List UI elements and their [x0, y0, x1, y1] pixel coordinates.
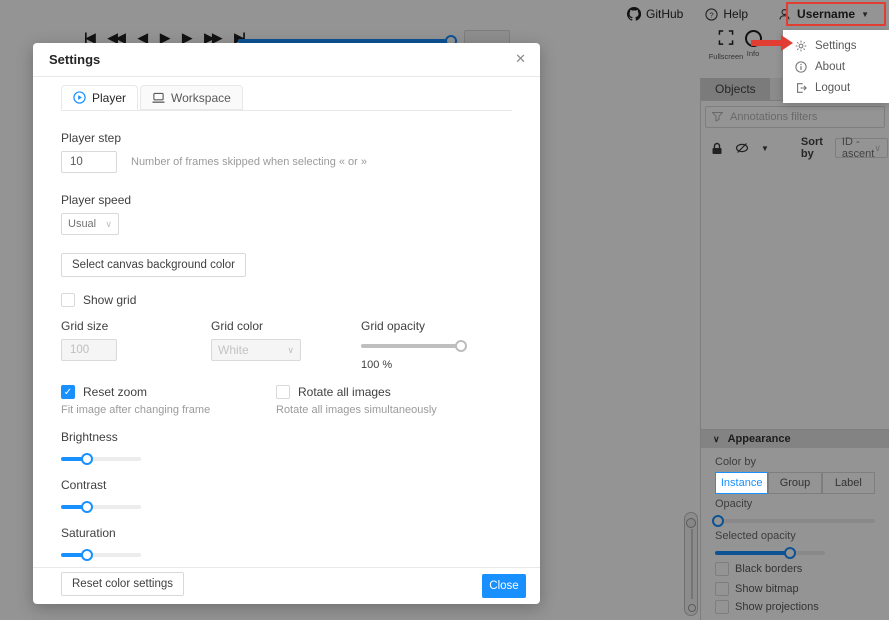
- player-step-hint: Number of frames skipped when selecting …: [131, 156, 367, 168]
- reset-zoom-checkbox[interactable]: ✓ Reset zoom: [61, 385, 276, 399]
- settings-modal-footer: Close: [33, 567, 540, 604]
- close-button[interactable]: Close: [482, 574, 526, 598]
- menu-item-about-label: About: [815, 61, 845, 73]
- player-step-label: Player step: [61, 131, 512, 145]
- chevron-down-icon: ∨: [105, 219, 112, 230]
- grid-color-select[interactable]: White ∨: [211, 339, 301, 361]
- player-speed-value: Usual: [68, 218, 96, 230]
- settings-modal-header: Settings ✕: [33, 43, 540, 77]
- grid-opacity-handle[interactable]: [455, 340, 467, 352]
- player-step-input[interactable]: [61, 151, 117, 173]
- tab-player[interactable]: Player: [61, 85, 138, 110]
- gear-icon: [795, 40, 807, 52]
- contrast-label: Contrast: [61, 478, 512, 492]
- contrast-slider[interactable]: [61, 500, 141, 512]
- saturation-handle[interactable]: [81, 549, 93, 561]
- reset-zoom-hint: Fit image after changing frame: [61, 404, 276, 416]
- rotate-all-images-checkbox-box: ✓: [276, 385, 290, 399]
- saturation-slider[interactable]: [61, 548, 141, 560]
- user-menu-dropdown: Settings About Logout: [783, 30, 889, 103]
- settings-tabs: Player Workspace: [61, 85, 512, 111]
- color-by-instance-option[interactable]: Instance: [715, 472, 768, 494]
- rotate-all-images-hint: Rotate all images simultaneously: [276, 404, 491, 416]
- menu-item-about[interactable]: About: [783, 56, 889, 77]
- laptop-icon: [152, 92, 165, 104]
- close-icon[interactable]: ✕: [515, 51, 526, 67]
- settings-modal: Settings ✕ Player Workspace Player step …: [33, 43, 540, 604]
- reset-zoom-checkbox-box: ✓: [61, 385, 75, 399]
- show-grid-label: Show grid: [83, 293, 136, 307]
- player-speed-select[interactable]: Usual ∨: [61, 213, 119, 235]
- menu-item-logout[interactable]: Logout: [783, 77, 889, 98]
- contrast-handle[interactable]: [81, 501, 93, 513]
- menu-item-settings-label: Settings: [815, 40, 857, 52]
- player-speed-label: Player speed: [61, 193, 512, 207]
- tab-player-label: Player: [92, 91, 126, 105]
- tab-workspace-label: Workspace: [171, 91, 231, 105]
- logout-icon: [795, 82, 807, 94]
- play-circle-icon: [73, 91, 86, 104]
- settings-modal-title: Settings: [49, 52, 100, 67]
- annotation-highlight-box: [786, 2, 886, 26]
- saturation-label: Saturation: [61, 526, 512, 540]
- brightness-slider[interactable]: [61, 452, 141, 464]
- chevron-down-icon: ∨: [287, 345, 294, 356]
- tab-workspace[interactable]: Workspace: [140, 85, 243, 110]
- grid-opacity-label: Grid opacity: [361, 319, 511, 333]
- show-grid-checkbox-box: ✓: [61, 293, 75, 307]
- settings-modal-body: Player Workspace Player step Number of f…: [33, 77, 540, 596]
- brightness-label: Brightness: [61, 430, 512, 444]
- brightness-handle[interactable]: [81, 453, 93, 465]
- menu-item-logout-label: Logout: [815, 82, 850, 94]
- grid-opacity-fill: [361, 344, 461, 348]
- menu-item-settings[interactable]: Settings: [783, 35, 889, 56]
- grid-opacity-value: 100 %: [361, 359, 511, 371]
- grid-color-label: Grid color: [211, 319, 361, 333]
- grid-color-value: White: [218, 343, 249, 357]
- info-circle-icon: [795, 61, 807, 73]
- rotate-all-images-label: Rotate all images: [298, 385, 391, 399]
- grid-size-input[interactable]: [61, 339, 117, 361]
- show-grid-checkbox[interactable]: ✓ Show grid: [61, 293, 512, 307]
- reset-zoom-label: Reset zoom: [83, 385, 147, 399]
- rotate-all-images-checkbox[interactable]: ✓ Rotate all images: [276, 385, 491, 399]
- grid-opacity-slider[interactable]: [361, 339, 461, 351]
- select-canvas-background-color-button[interactable]: Select canvas background color: [61, 253, 246, 277]
- annotation-arrow: [751, 40, 781, 46]
- grid-size-label: Grid size: [61, 319, 211, 333]
